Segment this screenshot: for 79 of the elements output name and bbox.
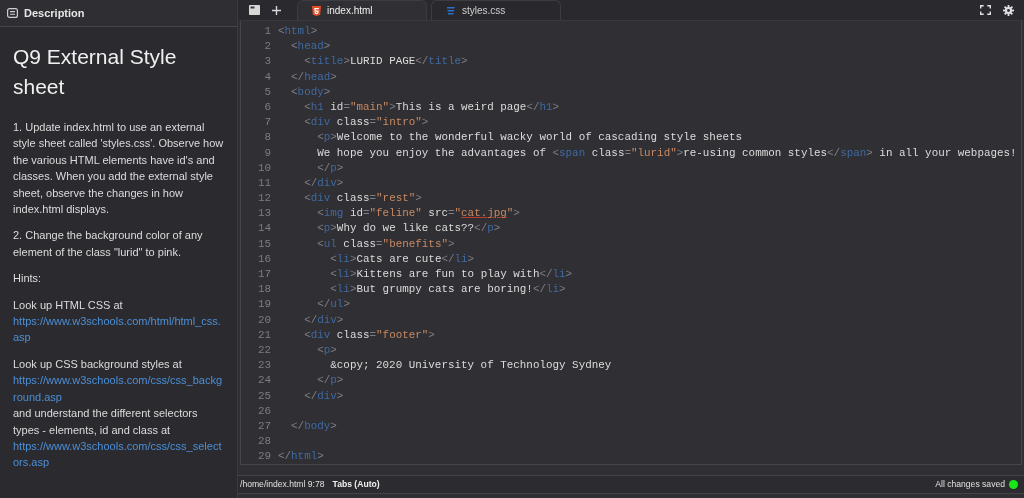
code-line: </div> <box>303 312 344 328</box>
file-tab[interactable]: styles.css <box>431 0 561 20</box>
line-number: 27 <box>256 418 272 434</box>
css3-icon <box>446 6 456 15</box>
code-line: </p> <box>316 160 344 176</box>
add-icon[interactable] <box>272 5 281 15</box>
code-line: <title>LURID PAGE</title> <box>303 54 468 70</box>
line-number: 23 <box>256 358 272 374</box>
code-line: <div class="rest"> <box>303 191 422 207</box>
fullscreen-icon[interactable] <box>980 5 991 15</box>
code-line: <li>Cats are cute</li> <box>329 251 475 267</box>
file-path: /home/index.html 9:78 <box>240 479 325 490</box>
code-line: <div class="intro"> <box>303 115 429 131</box>
instruction-text: 2. Change the background color of any element of the class "lurid" to pink. <box>13 228 204 260</box>
link[interactable]: https://www.w3schools.com/css/css_selectors.asp <box>13 437 225 471</box>
line-number: 19 <box>256 297 272 313</box>
code-line: &copy; 2020 University of Technology Sydney <box>329 358 612 374</box>
html5-icon <box>312 5 321 16</box>
file-tab[interactable]: index.html <box>297 0 427 20</box>
instruction-text: 1. Update index.html to use an external style sheet called 'styles.css'. Observe how the various HTML elements have id's and classes. When you add the external style sheet, observe the changes in how index.html displays. <box>13 120 225 218</box>
line-number: 28 <box>256 434 272 450</box>
line-number: 13 <box>256 206 272 222</box>
code-line: <li>Kittens are fun to play with</li> <box>329 267 573 282</box>
instruction-text: Look up HTML CSS at <box>13 297 124 313</box>
code-line: <p>Welcome to the wonderful wacky world of cascading style sheets <box>316 130 743 146</box>
folder-icon[interactable] <box>249 5 260 15</box>
code-line: <div class="footer"> <box>303 327 435 343</box>
instruction-text: Hints: <box>13 271 43 287</box>
line-number: 4 <box>263 69 272 85</box>
code-line: <body> <box>290 84 331 100</box>
line-number: 2 <box>263 39 272 55</box>
code-line: <head> <box>290 39 331 55</box>
line-number: 1 <box>263 24 272 39</box>
settings-icon[interactable] <box>1003 4 1014 16</box>
code-line: <html> <box>278 24 318 39</box>
line-number: 25 <box>256 388 272 404</box>
line-number: 3 <box>263 54 272 70</box>
indentation-mode[interactable]: Tabs (Auto) <box>332 479 380 490</box>
line-number: 22 <box>256 342 272 358</box>
line-number: 29 <box>256 449 272 465</box>
line-number: 10 <box>256 160 272 176</box>
panel-title: Description <box>24 7 85 19</box>
line-number: 17 <box>256 267 272 282</box>
line-number: 5 <box>263 84 272 100</box>
link[interactable]: https://www.w3schools.com/css/css_background.asp <box>13 372 225 406</box>
code-line: <img id="feline" src="cat.jpg"> <box>316 206 520 222</box>
instruction-text: Look up CSS background styles at <box>13 356 183 372</box>
code-line: We hope you enjoy the advantages of <span class="lurid">re-using common styles</span> in all your webpages! <box>316 145 1017 161</box>
line-number: 20 <box>256 312 272 328</box>
question-title: Q9 External Style sheet <box>13 44 178 100</box>
code-line: <p>Why do we like cats??</p> <box>316 221 501 237</box>
link[interactable]: https://www.w3schools.com/html/html_css.asp <box>13 313 225 346</box>
line-number: 9 <box>263 145 272 161</box>
line-number: 14 <box>256 221 272 237</box>
line-number: 24 <box>256 373 272 389</box>
line-number: 12 <box>256 191 272 207</box>
line-number: 11 <box>256 175 272 191</box>
line-number: 21 <box>256 327 272 343</box>
save-status: All changes saved <box>935 479 1005 490</box>
code-line: <h1 id="main">This is a weird page</h1> <box>303 99 560 115</box>
code-line: </html> <box>278 449 324 465</box>
code-line: </div> <box>303 175 344 191</box>
instruction-text: and understand the different selectors types - elements, id and class at <box>13 406 199 438</box>
line-number: 15 <box>256 236 272 252</box>
code-line: </p> <box>316 373 344 389</box>
document-icon <box>7 8 18 18</box>
code-line: </head> <box>290 69 337 85</box>
code-line: <ul class="benefits"> <box>316 236 455 252</box>
code-line: </ul> <box>316 297 350 313</box>
line-number: 26 <box>256 403 272 419</box>
code-line: <li>But grumpy cats are boring!</li> <box>329 282 566 298</box>
code-line: <p> <box>316 342 337 358</box>
line-number: 18 <box>256 282 272 298</box>
code-line: </div> <box>303 388 344 404</box>
line-number: 6 <box>263 99 272 115</box>
line-number: 7 <box>263 115 272 131</box>
line-number: 8 <box>263 130 272 146</box>
code-line: </body> <box>290 418 337 434</box>
line-number: 16 <box>256 251 272 267</box>
